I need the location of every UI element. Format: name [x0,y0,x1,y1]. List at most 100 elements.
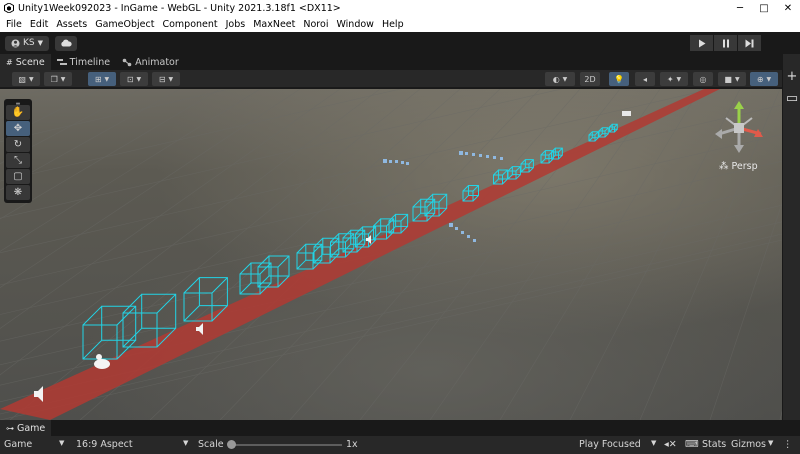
transform-icon: ❋ [13,187,23,198]
speaker-icon: ◂ [642,74,647,84]
effects-dropdown[interactable]: ✦ ▼ [660,72,688,86]
menu-jobs[interactable]: Jobs [222,19,250,30]
chevron-down-icon: ▼ [766,75,772,83]
audio-toggle[interactable]: ◂ [635,72,655,86]
game-toolbar: Game ▼ 16:9 Aspect ▼ Scale 1x Play Focus… [0,436,800,454]
snap-icon: ⊡ [126,74,134,84]
menu-help[interactable]: Help [378,19,408,30]
rotate-tool-button[interactable]: ↻ [6,137,30,152]
camera-icon: ■ [724,74,732,84]
effects-icon: ✦ [666,74,674,84]
tab-animator[interactable]: Animator [116,54,185,70]
maximize-button[interactable]: □ [752,3,776,14]
menu-component[interactable]: Component [158,19,221,30]
chevron-down-icon: ▼ [183,439,189,447]
display-dropdown[interactable]: Game [4,439,32,450]
menu-file[interactable]: File [2,19,26,30]
menu-assets[interactable]: Assets [52,19,91,30]
move-icon: ✥ [13,123,23,134]
menu-maxneet[interactable]: MaxNeet [249,19,299,30]
scene-tab-icon: # [6,57,13,67]
projection-label[interactable]: ⁂ Persp [719,161,758,172]
aspect-dropdown[interactable]: 16:9 Aspect [76,439,133,450]
more-options-icon[interactable]: ⋮ [783,439,793,450]
chevron-down-icon: ▼ [136,75,142,83]
scale-tool-button[interactable]: ⤡ [6,153,30,168]
minimize-button[interactable]: ─ [728,3,752,14]
grid-snap-dropdown[interactable]: ⊞ ▼ [88,72,116,86]
shading-dropdown[interactable]: ❒ ▼ [44,72,72,86]
lightbulb-icon: 💡 [614,74,624,84]
gamepad-icon: ⊶ [6,423,14,433]
chevron-down-icon: ▼ [676,75,682,83]
visibility-toggle[interactable]: ◎ [693,72,713,86]
mode-2d-toggle[interactable]: 2D [580,72,600,86]
editor-tab-bar: # Scene Timeline Animator ⋮ [0,54,800,70]
tab-game[interactable]: ⊶ Game [0,420,52,436]
hand-icon: ✋ [11,107,25,118]
draw-mode-dropdown[interactable]: ▧ ▼ [12,72,40,86]
mode-2d-label: 2D [584,74,596,84]
stats-button[interactable]: Stats [702,439,726,450]
step-button[interactable] [738,35,761,51]
scene-render [0,89,782,420]
eye-icon: ◎ [699,74,707,84]
cube-icon: ❒ [50,74,58,84]
chevron-down-icon: ▼ [168,75,174,83]
window-title: Unity1Week092023 - InGame - WebGL - Unit… [18,2,341,14]
unity-logo-icon [4,3,14,13]
menu-bar: File Edit Assets GameObject Component Jo… [0,16,800,32]
tab-timeline[interactable]: Timeline [51,54,116,70]
menu-gameobject[interactable]: GameObject [91,19,158,30]
right-panel-strip: + ▭ [782,54,800,420]
align-icon: ⊟ [158,74,166,84]
keyboard-icon[interactable]: ⌨ [685,439,699,450]
play-button[interactable] [690,35,713,51]
rect-tool-button[interactable]: ▢ [6,169,30,184]
hand-tool-button[interactable]: ✋ [6,105,30,120]
globe-icon: ⊕ [756,74,764,84]
close-button[interactable]: ✕ [776,3,800,14]
play-icon [698,39,705,47]
scale-slider-knob[interactable] [227,440,236,449]
pause-button[interactable] [714,35,737,51]
window-titlebar: Unity1Week092023 - InGame - WebGL - Unit… [0,0,800,16]
account-icon [11,39,20,47]
draw-mode-icon: ▧ [18,74,26,84]
scene-toolbar: ▧ ▼ ❒ ▼ ⊞ ▼ ⊡ ▼ ⊟ ▼ ◐ ▼ 2D 💡 ◂ ✦ ▼ ◎ ■ ▼ ⊕ ▼ [0,70,782,88]
lighting-toggle[interactable]: 💡 [609,72,629,86]
tab-scene-label: Scene [15,56,45,68]
chevron-down-icon: ▼ [104,75,110,83]
scale-value: 1x [346,439,358,450]
camera-dropdown[interactable]: ■ ▼ [718,72,746,86]
move-tool-button[interactable]: ✥ [6,121,30,136]
menu-noroi[interactable]: Noroi [299,19,332,30]
transform-tool-button[interactable]: ❋ [6,185,30,200]
overlay-panel-button[interactable]: ▭ [785,92,799,106]
main-toolbar: KS ▼ [0,32,800,54]
chevron-down-icon: ▼ [37,39,43,47]
grid-icon: ⊞ [94,74,102,84]
account-dropdown[interactable]: KS ▼ [5,35,49,51]
timeline-icon [56,59,67,65]
tab-game-label: Game [17,422,46,434]
gizmos-dropdown[interactable]: ⊕ ▼ [750,72,778,86]
step-icon [745,39,754,47]
play-focused-dropdown[interactable]: Play Focused [579,439,641,450]
scene-orientation-gizmo[interactable] [714,101,764,155]
shading-mode-dropdown[interactable]: ◐ ▼ [545,72,575,86]
menu-window[interactable]: Window [332,19,377,30]
mute-audio-icon[interactable]: ◂✕ [664,439,677,450]
gizmos-button[interactable]: Gizmos [731,439,766,450]
chevron-down-icon: ▼ [59,439,65,447]
snap-increment-dropdown[interactable]: ⊡ ▼ [120,72,148,86]
cloud-button[interactable] [55,35,77,51]
tools-palette: ▬ ✋ ✥ ↻ ⤡ ▢ ❋ [4,99,32,203]
tab-scene[interactable]: # Scene [0,54,51,70]
scene-viewport[interactable]: ▬ ✋ ✥ ↻ ⤡ ▢ ❋ ⁂ Persp [0,89,782,420]
scale-slider[interactable] [230,444,342,446]
add-overlay-button[interactable]: + [785,70,799,84]
menu-edit[interactable]: Edit [26,19,52,30]
cloud-icon [61,39,72,47]
align-dropdown[interactable]: ⊟ ▼ [152,72,180,86]
